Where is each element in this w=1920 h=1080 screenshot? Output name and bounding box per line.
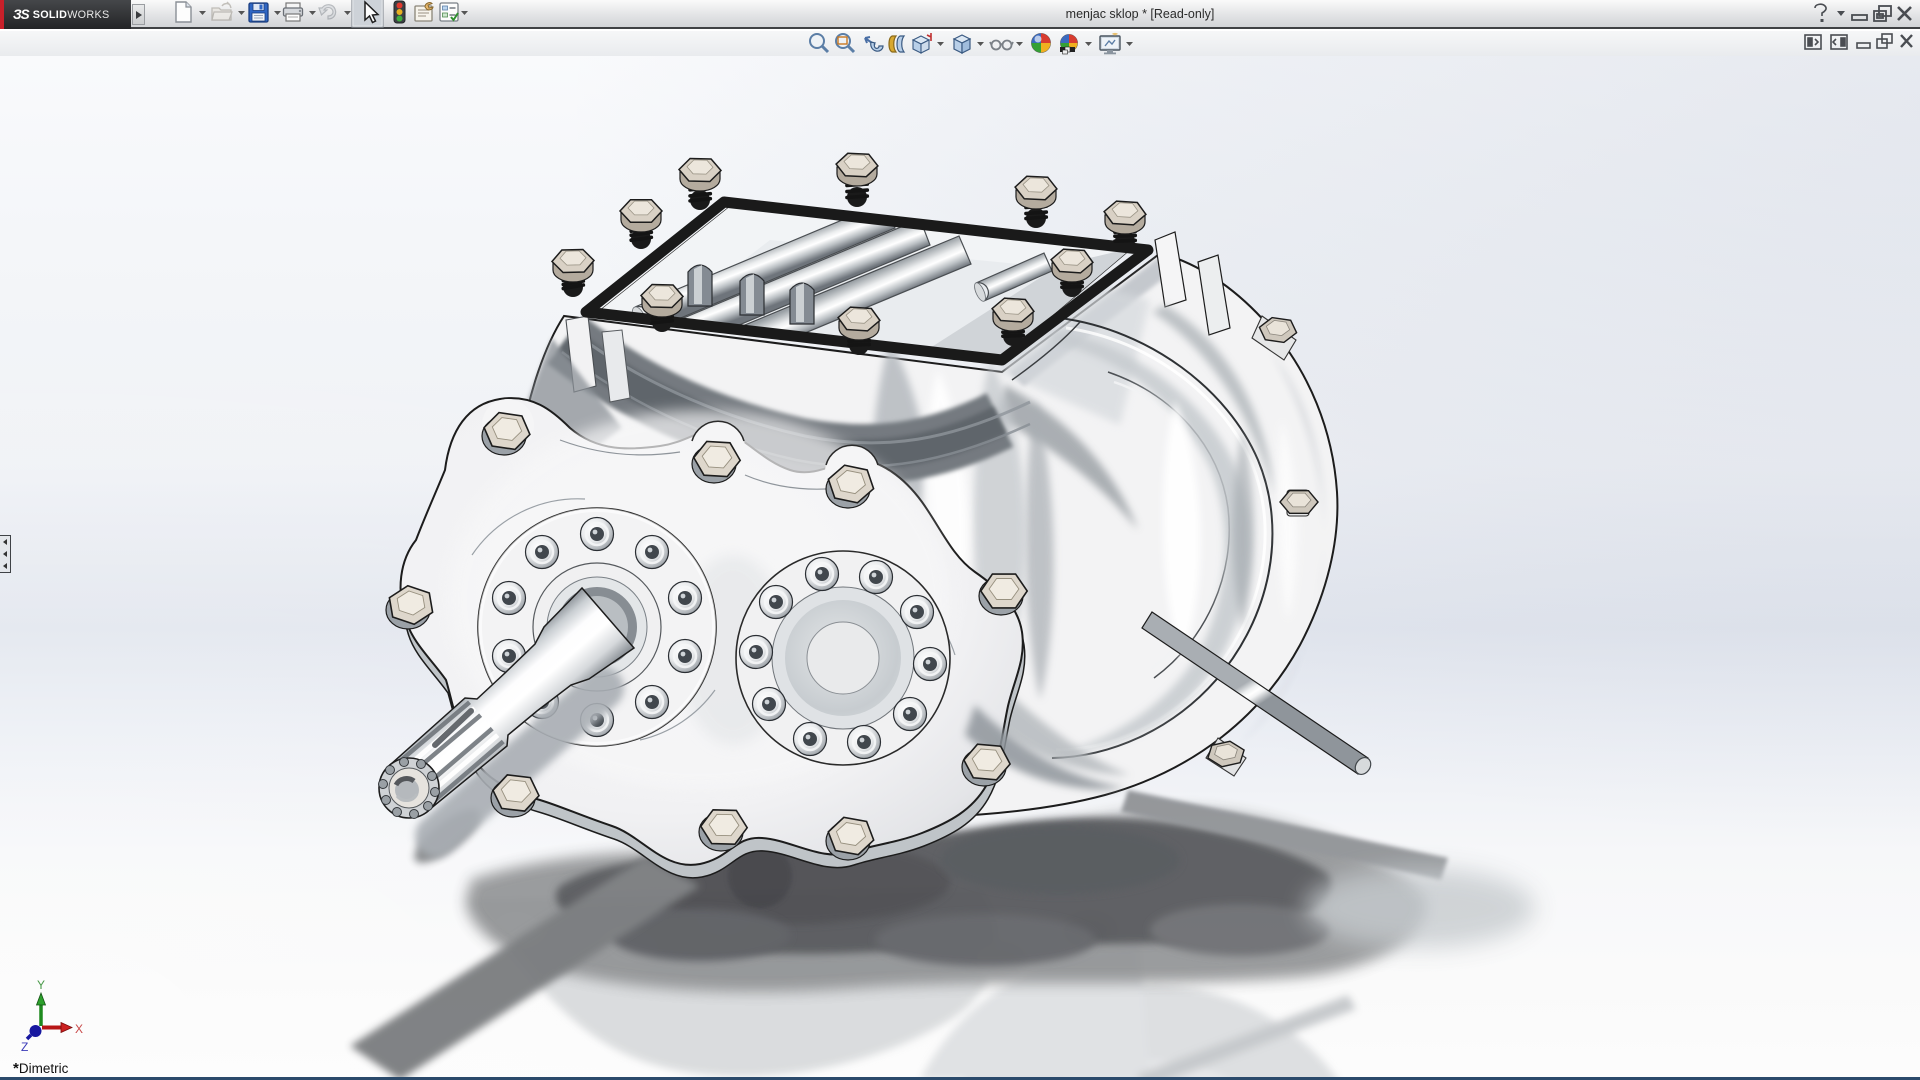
svg-text:X: X xyxy=(75,1022,83,1036)
svg-text:Y: Y xyxy=(37,978,45,992)
svg-text:Z: Z xyxy=(21,1040,28,1054)
